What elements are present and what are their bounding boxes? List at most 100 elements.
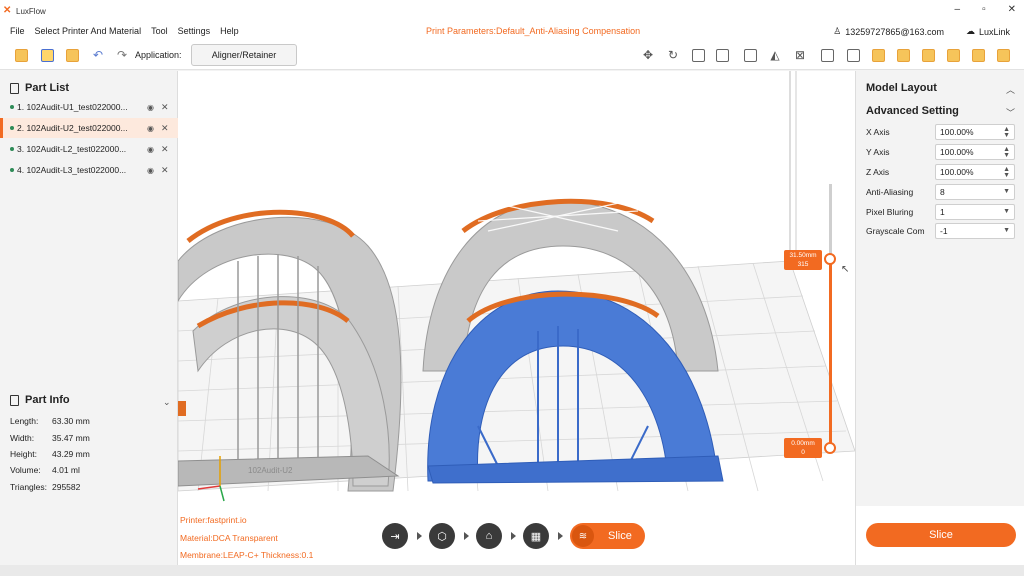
part-info-row: Height: 43.29 mm	[10, 449, 90, 459]
part-list-item[interactable]: 3. 102Audit-L2_test022000... ◉ ✕	[0, 139, 178, 159]
iso-view-icon[interactable]	[995, 47, 1011, 63]
layer-slider-range[interactable]	[829, 259, 832, 449]
rotate-icon[interactable]: ↻	[665, 47, 681, 63]
support-icon[interactable]: ◭	[767, 47, 783, 63]
menu-tool[interactable]: Tool	[146, 26, 173, 36]
z-axis-spinbox[interactable]: 100.00% ▲ ▼	[935, 163, 1015, 180]
move-icon[interactable]: ✥	[640, 47, 656, 63]
left-view-icon[interactable]	[895, 47, 911, 63]
scale-icon[interactable]	[690, 47, 706, 63]
layer-slider-bottom-handle[interactable]	[824, 442, 836, 454]
part-name: 4. 102Audit-L3_test022000...	[17, 165, 127, 175]
part-list-title: Part List	[25, 82, 70, 94]
import-icon[interactable]	[13, 47, 29, 63]
grayscale-select[interactable]: -1 ▼	[935, 222, 1015, 239]
spin-arrows-icon[interactable]: ▲ ▼	[1003, 146, 1010, 159]
info-value: 63.30 mm	[52, 416, 90, 426]
setting-label: Z Axis	[866, 166, 890, 177]
spin-arrows-icon[interactable]: ▲ ▼	[1003, 166, 1010, 179]
workflow-step-slice[interactable]: ≋ Slice	[570, 523, 645, 549]
import-step-icon: ⇥	[382, 523, 408, 549]
remove-icon[interactable]: ✕	[161, 102, 171, 113]
menu-file[interactable]: File	[0, 26, 30, 36]
dropdown-arrow-icon: ▼	[1003, 207, 1010, 215]
right-panel: Model Layout ︿ Advanced Setting ﹀ X Axis…	[855, 71, 1024, 565]
setting-label: X Axis	[866, 126, 890, 137]
application-selector[interactable]: Aligner/Retainer	[191, 44, 297, 66]
x-axis-spinbox[interactable]: 100.00% ▲ ▼	[935, 123, 1015, 140]
layer-top-label: 31.50mm 315	[784, 250, 822, 270]
print-parameters-link[interactable]: Print Parameters:Default_Anti-Aliasing C…	[426, 26, 640, 36]
visible-dot-icon	[10, 105, 14, 109]
workflow-step-support[interactable]: ⌂	[476, 523, 502, 549]
part-name: 2. 102Audit-U2_test022000...	[17, 123, 128, 133]
minimize-button[interactable]: –	[955, 4, 961, 15]
bottom-view-icon[interactable]	[970, 47, 986, 63]
back-view-icon[interactable]	[870, 47, 886, 63]
part-list-item[interactable]: 4. 102Audit-L3_test022000... ◉ ✕	[0, 160, 178, 180]
luxlink-button[interactable]: ☁ LuxLink	[966, 26, 1010, 37]
left-panel: Part List 1. 102Audit-U1_test022000... ◉…	[0, 71, 178, 565]
remove-icon[interactable]: ✕	[161, 165, 171, 176]
grayscale-row: Grayscale Com -1 ▼	[866, 222, 1016, 239]
pixel-bluring-select[interactable]: 1 ▼	[935, 203, 1015, 220]
part-info-header: Part Info	[10, 394, 70, 406]
menu-settings[interactable]: Settings	[173, 26, 216, 36]
part-list-item[interactable]: 1. 102Audit-U1_test022000... ◉ ✕	[0, 97, 178, 117]
anti-aliasing-select[interactable]: 8 ▼	[935, 183, 1015, 200]
part-name: 3. 102Audit-L2_test022000...	[17, 144, 127, 154]
top-view-icon[interactable]	[945, 47, 961, 63]
pixel-bluring-row: Pixel Bluring 1 ▼	[866, 203, 1016, 220]
document-icon	[10, 82, 19, 94]
remove-icon[interactable]: ✕	[161, 123, 171, 134]
app-name: LuxFlow	[16, 6, 46, 16]
setting-label: Y Axis	[866, 146, 890, 157]
visible-dot-icon	[10, 147, 14, 151]
restore-button[interactable]: ▫	[982, 4, 986, 15]
layer-bottom-index: 0	[801, 449, 805, 456]
collapse-icon[interactable]: ⌄	[163, 397, 171, 408]
workflow-step-layout[interactable]: ▦	[523, 523, 549, 549]
remove-icon[interactable]: ✕	[161, 144, 171, 155]
orient-step-icon: ⬡	[429, 523, 455, 549]
eye-icon[interactable]: ◉	[147, 166, 157, 175]
layout-icon[interactable]	[819, 47, 835, 63]
front-view-icon[interactable]	[845, 47, 861, 63]
workflow-step-import[interactable]: ⇥	[382, 523, 408, 549]
close-button[interactable]: ✕	[1008, 4, 1016, 15]
auto-support-icon[interactable]: ⊠	[792, 47, 808, 63]
chevron-down-icon[interactable]: ﹀	[1006, 106, 1015, 119]
anti-aliasing-row: Anti-Aliasing 8 ▼	[866, 183, 1016, 200]
hollow-icon[interactable]	[742, 47, 758, 63]
save-icon[interactable]	[64, 47, 80, 63]
add-file-icon[interactable]	[39, 47, 55, 63]
spin-arrows-icon[interactable]: ▲ ▼	[1003, 126, 1010, 139]
layer-slider-top-handle[interactable]	[824, 253, 836, 265]
y-axis-spinbox[interactable]: 100.00% ▲ ▼	[935, 143, 1015, 160]
info-value: 4.01 ml	[52, 465, 80, 475]
advanced-setting-title[interactable]: Advanced Setting	[866, 105, 959, 117]
part-info-title: Part Info	[25, 394, 70, 406]
info-value: 43.29 mm	[52, 449, 90, 459]
eye-icon[interactable]: ◉	[147, 103, 157, 112]
menu-select-printer[interactable]: Select Printer And Material	[30, 26, 147, 36]
part-list-item-selected[interactable]: 2. 102Audit-U2_test022000... ◉ ✕	[0, 118, 178, 138]
workflow-step-orient[interactable]: ⬡	[429, 523, 455, 549]
mirror-icon[interactable]	[714, 47, 730, 63]
account[interactable]: ♙ 13259727865@163.com	[833, 26, 944, 37]
model-layout-title[interactable]: Model Layout	[866, 82, 937, 94]
layer-slider-track[interactable]	[829, 184, 832, 259]
title-bar: ✕ LuxFlow – ▫ ✕	[0, 0, 1024, 22]
eye-icon[interactable]: ◉	[147, 145, 157, 154]
menu-help[interactable]: Help	[215, 26, 244, 36]
redo-icon[interactable]: ↷	[114, 47, 130, 63]
eye-icon[interactable]: ◉	[147, 124, 157, 133]
undo-icon[interactable]: ↶	[90, 47, 106, 63]
chevron-up-icon[interactable]: ︿	[1006, 83, 1015, 96]
right-view-icon[interactable]	[920, 47, 936, 63]
application-label: Application:	[135, 50, 182, 60]
visible-dot-icon	[10, 126, 14, 130]
workflow-arrow-icon	[417, 532, 422, 540]
3d-viewport[interactable]: 102Audit-U2	[178, 71, 855, 565]
slice-button[interactable]: Slice	[866, 523, 1016, 547]
